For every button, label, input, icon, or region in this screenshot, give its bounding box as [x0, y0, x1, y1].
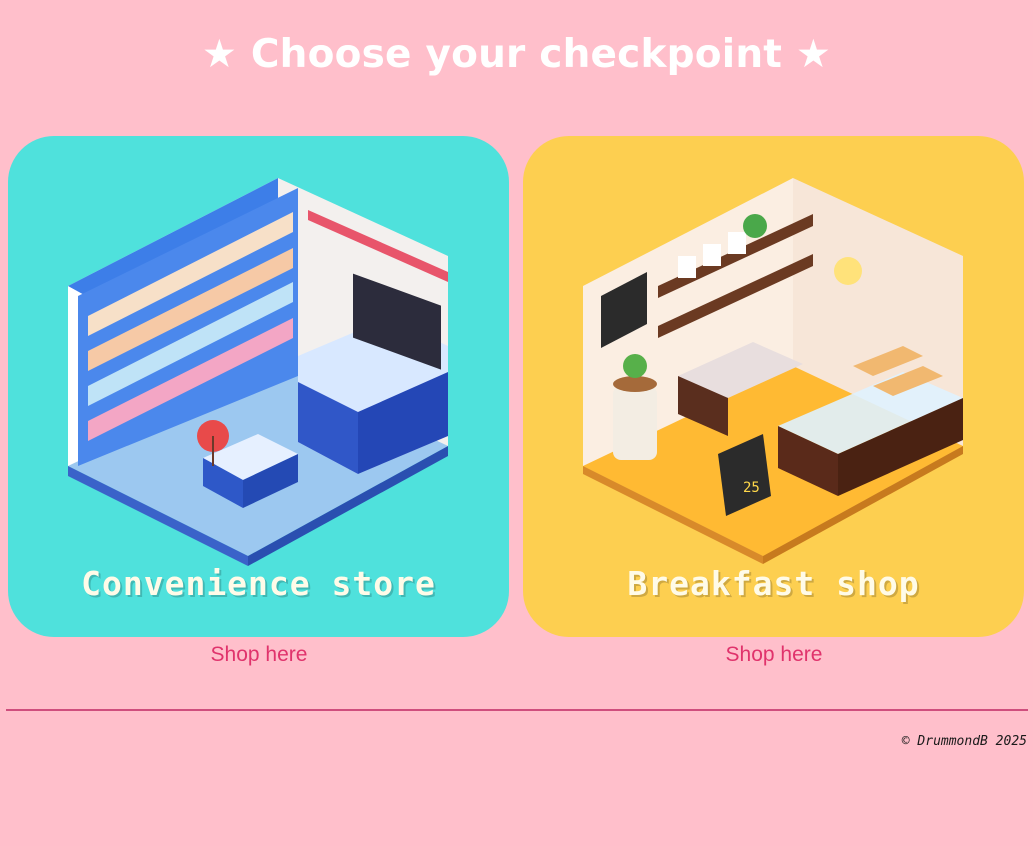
page-title: ★ Choose your checkpoint ★ [201, 32, 832, 77]
footer-divider [6, 709, 1028, 711]
convenience-store-card[interactable]: Convenience store [8, 136, 509, 637]
convenience-store-illustration [68, 178, 448, 566]
breakfast-shop-label: Breakfast shop [627, 564, 920, 603]
convenience-store-shop-link[interactable]: Shop here [179, 643, 339, 667]
breakfast-shop-illustration: 25 [583, 178, 963, 564]
convenience-store-label: Convenience store [81, 564, 436, 603]
breakfast-shop-card[interactable]: 25 Breakfast shop [523, 136, 1024, 637]
sign-price: 25 [743, 480, 760, 496]
breakfast-shop-shop-link[interactable]: Shop here [694, 643, 854, 667]
copyright-text: © DrummondB 2025 [901, 734, 1027, 749]
